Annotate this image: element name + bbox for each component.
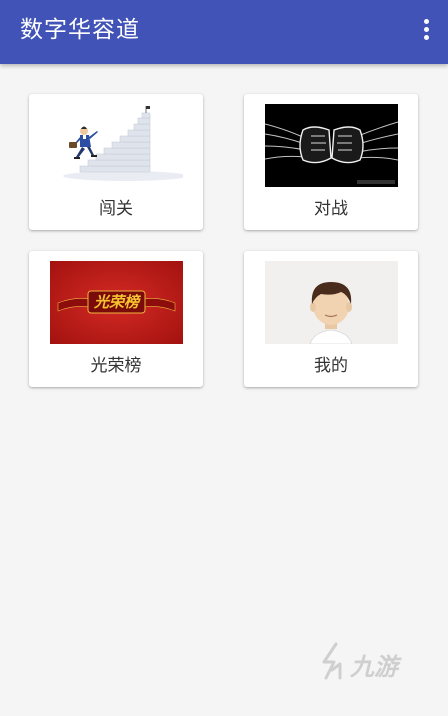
profile-card[interactable]: 我的 (244, 251, 418, 387)
level-mode-card[interactable]: 闯关 (29, 94, 203, 230)
battle-mode-card[interactable]: 对战 (244, 94, 418, 230)
app-title: 数字华容道 (20, 17, 140, 43)
menu-dot (423, 35, 429, 40)
watermark-logo: 九游 (314, 640, 414, 690)
honor-banner-illustration: 光荣榜 (50, 261, 183, 344)
watermark-text: 九游 (350, 653, 398, 681)
card-label: 闯关 (99, 199, 133, 219)
card-label: 我的 (314, 356, 348, 376)
honor-banner-text: 光荣榜 (93, 293, 139, 311)
avatar-illustration (265, 261, 398, 344)
stairs-climber-illustration (50, 104, 183, 187)
menu-dot (423, 27, 429, 32)
fist-bump-illustration (265, 104, 398, 187)
overflow-menu-icon[interactable] (416, 16, 436, 44)
card-label: 对战 (314, 199, 348, 219)
app-bar: 数字华容道 (0, 0, 448, 64)
honor-board-card[interactable]: 光荣榜 光荣榜 (29, 251, 203, 387)
menu-dot (423, 19, 429, 24)
card-label: 光荣榜 (90, 356, 142, 376)
